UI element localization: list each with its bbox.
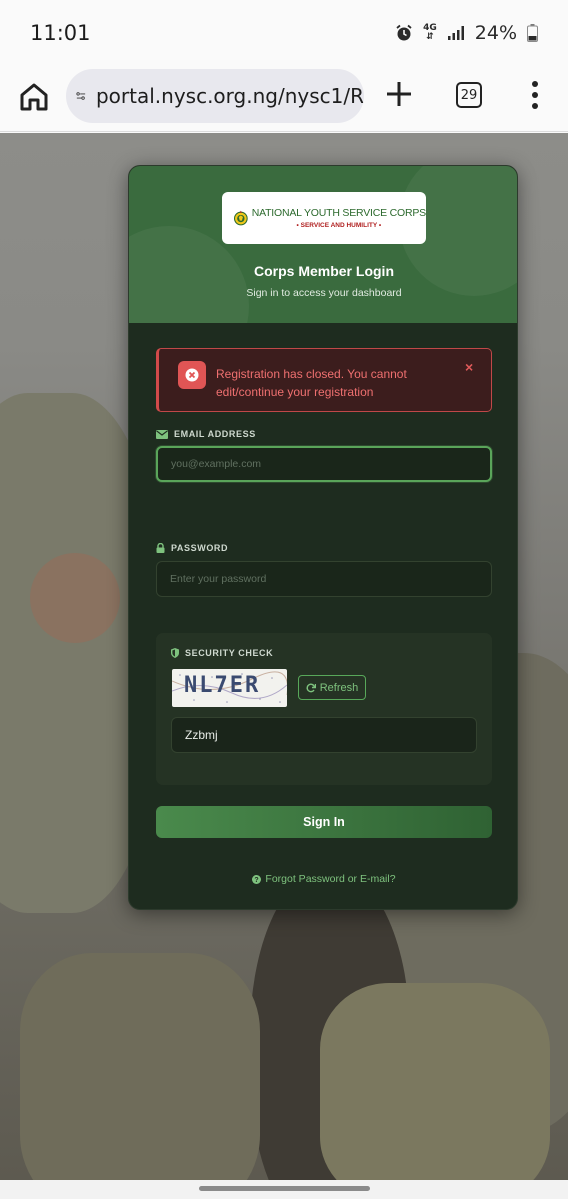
- logo-motto: • SERVICE AND HUMILITY •: [296, 222, 382, 229]
- more-vert-icon[interactable]: [530, 80, 540, 110]
- svg-text:?: ?: [255, 877, 259, 884]
- error-alert: Registration has closed. You cannot edit…: [156, 348, 492, 412]
- captcha-image: NL7ER: [172, 669, 287, 707]
- page-title: Corps Member Login: [253, 263, 394, 279]
- battery-percent: 24%: [474, 22, 517, 44]
- forgot-password-text: Forgot Password or E-mail?: [265, 873, 396, 885]
- captcha-input-value: Zzbmj: [185, 728, 218, 742]
- alarm-icon: [396, 24, 412, 41]
- card-header: NATIONAL YOUTH SERVICE CORPS • SERVICE A…: [129, 166, 517, 323]
- captcha-input[interactable]: Zzbmj: [171, 717, 477, 753]
- error-icon: [178, 361, 206, 389]
- battery-icon: [527, 24, 538, 42]
- question-icon: ?: [252, 874, 262, 884]
- status-indicators: 4G ⇵ 24%: [395, 22, 538, 44]
- email-placeholder: you@example.com: [171, 458, 262, 470]
- refresh-captcha-button[interactable]: Refresh: [298, 675, 366, 700]
- plus-icon[interactable]: [384, 79, 414, 109]
- password-label-text: PASSWORD: [171, 543, 229, 553]
- nysc-logo: NATIONAL YOUTH SERVICE CORPS • SERVICE A…: [222, 192, 426, 244]
- lock-icon: [156, 543, 165, 553]
- sign-in-button[interactable]: Sign In: [156, 806, 492, 838]
- email-label: EMAIL ADDRESS: [156, 429, 256, 439]
- home-gesture-pill[interactable]: [199, 1186, 370, 1191]
- nysc-emblem-icon: [234, 210, 248, 226]
- browser-toolbar: portal.nysc.org.ng/nysc1/R 29: [0, 66, 568, 132]
- email-field[interactable]: you@example.com: [156, 446, 492, 482]
- url-text[interactable]: portal.nysc.org.ng/nysc1/R: [96, 84, 364, 108]
- forgot-password-link[interactable]: ? Forgot Password or E-mail?: [129, 873, 517, 885]
- security-check-panel: SECURITY CHECK NL7ER Refresh Zzbmj: [156, 633, 492, 785]
- shield-icon: [171, 648, 179, 658]
- email-label-text: EMAIL ADDRESS: [174, 429, 256, 439]
- password-label: PASSWORD: [156, 543, 228, 553]
- login-card: NATIONAL YOUTH SERVICE CORPS • SERVICE A…: [128, 165, 518, 910]
- home-icon[interactable]: [18, 81, 50, 113]
- password-placeholder: Enter your password: [170, 573, 267, 585]
- url-bar[interactable]: portal.nysc.org.ng/nysc1/R: [66, 69, 364, 123]
- logo-title: NATIONAL YOUTH SERVICE CORPS: [251, 207, 427, 219]
- network-indicator: 4G ⇵: [423, 24, 437, 42]
- password-field[interactable]: Enter your password: [156, 561, 492, 597]
- sign-in-label: Sign In: [303, 815, 345, 829]
- captcha-text: NL7ER: [184, 673, 261, 698]
- security-label-text: SECURITY CHECK: [185, 648, 274, 658]
- security-label: SECURITY CHECK: [171, 648, 273, 658]
- close-icon[interactable]: ×: [465, 359, 473, 375]
- refresh-icon: [306, 683, 316, 692]
- status-time: 11:01: [30, 21, 91, 45]
- refresh-label: Refresh: [319, 681, 359, 694]
- tabs-icon[interactable]: 29: [456, 82, 482, 108]
- status-bar: 11:01 4G ⇵ 24%: [0, 0, 568, 66]
- alert-message: Registration has closed. You cannot edit…: [216, 367, 407, 399]
- tab-count: 29: [460, 87, 478, 103]
- envelope-icon: [156, 429, 168, 439]
- data-arrows-icon: ⇵: [426, 32, 434, 42]
- site-settings-icon[interactable]: [76, 86, 86, 106]
- signal-icon: [447, 26, 464, 40]
- page-subtitle: Sign in to access your dashboard: [246, 287, 402, 299]
